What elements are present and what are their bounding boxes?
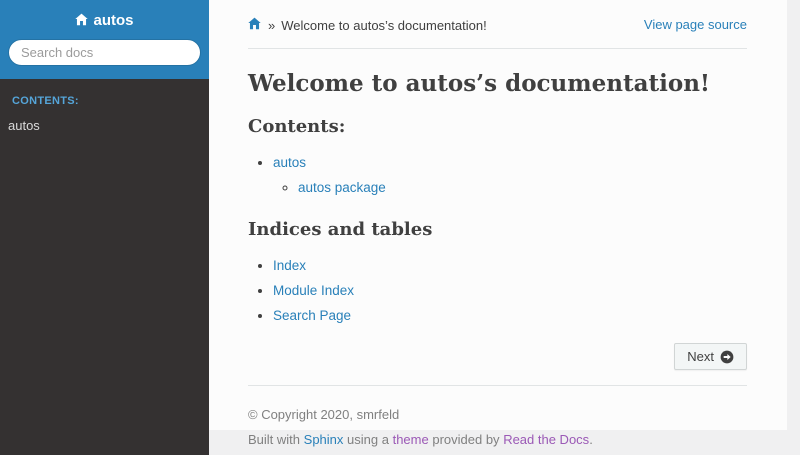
content-area: » Welcome to autos’s documentation! View… [209,0,787,447]
breadcrumb-home-link[interactable] [248,17,261,33]
home-icon [75,13,89,30]
period-text: . [589,432,593,448]
module-index-link[interactable]: Module Index [273,283,354,298]
sidebar-caption: CONTENTS: [12,95,79,107]
sidebar-project-link[interactable]: autos [8,8,201,39]
search-input[interactable] [8,39,201,66]
built-prefix: Built with [248,432,301,448]
list-item: Index [273,255,747,277]
page-title: Welcome to autos’s documentation! [248,70,711,97]
sidebar-item-autos[interactable]: autos [0,113,209,138]
list-item: autos package [298,177,747,199]
indices-list: Index Module Index Search Page [248,255,747,328]
list-item: Search Page [273,305,747,327]
home-icon [248,17,261,33]
next-button[interactable]: Next [674,343,747,371]
arrow-circle-right-icon [720,350,734,364]
sphinx-link[interactable]: Sphinx [304,432,344,447]
toc-list: autos autos package [248,152,747,200]
breadcrumb-divider [248,48,747,49]
list-item: Module Index [273,280,747,302]
search-page-link[interactable]: Search Page [273,308,351,323]
sidebar: autos CONTENTS: autos [0,0,209,455]
copyright-text: © Copyright 2020, smrfeld [248,407,400,423]
index-link[interactable]: Index [273,258,306,273]
view-page-source-link[interactable]: View page source [644,17,747,32]
sidebar-menu: autos [0,113,209,138]
theme-link[interactable]: theme [393,432,429,447]
breadcrumb-separator: » [268,17,276,33]
breadcrumb: » Welcome to autos’s documentation! View… [248,17,747,33]
provided-text: provided by [432,432,500,448]
breadcrumb-current-page: Welcome to autos’s documentation! [281,17,487,33]
sidebar-project-name: autos [93,12,134,29]
sidebar-item-autos-link[interactable]: autos [0,113,209,138]
sidebar-header: autos [0,0,209,79]
next-button-label: Next [687,349,714,365]
read-the-docs-link[interactable]: Read the Docs [503,432,589,447]
toc-link-autos[interactable]: autos [273,155,306,170]
indices-heading: Indices and tables [248,218,433,240]
built-with-text: Built with Sphinx using a theme provided… [248,432,747,447]
toc-link-autos-package[interactable]: autos package [298,180,386,195]
page-footer: © Copyright 2020, smrfeld Built with Sph… [248,407,747,447]
using-text: using a [347,432,389,448]
contents-heading: Contents: [248,116,346,137]
list-item: autos autos package [273,152,747,200]
footer-divider [248,385,747,387]
footer-navigation: Next [248,343,747,371]
